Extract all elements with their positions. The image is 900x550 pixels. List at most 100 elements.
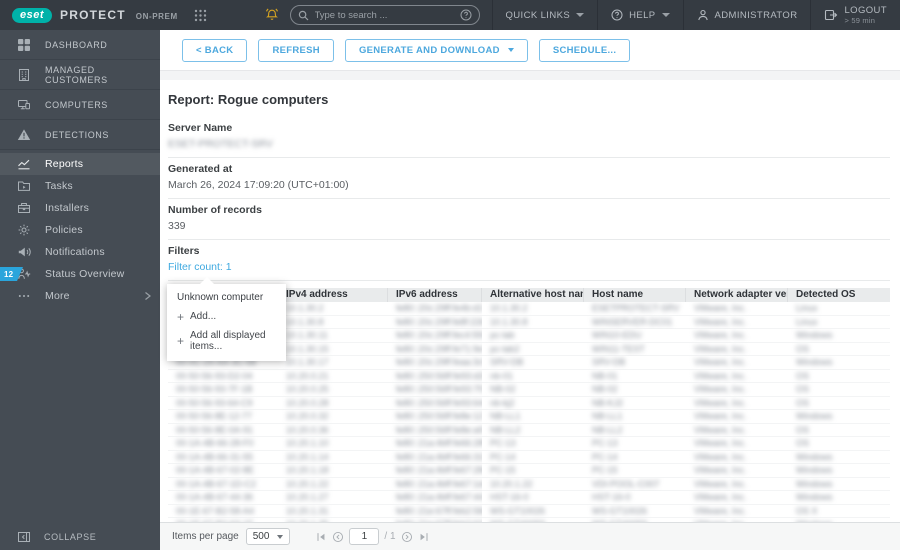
- field-number-of-records: Number of records 339: [168, 199, 890, 240]
- sidebar-item-installers[interactable]: Installers: [0, 197, 160, 219]
- sidebar-item-tasks[interactable]: Tasks: [0, 175, 160, 197]
- filter-count-link[interactable]: Filter count: 1: [168, 261, 890, 273]
- refresh-button[interactable]: REFRESH: [258, 38, 334, 62]
- table-cell: 00-50-56-8E-12-77: [176, 411, 253, 421]
- table-cell: fe80::21e:67ff:feb2:58a4: [396, 505, 482, 516]
- table-cell: 00-50-56-93-64-C9: [176, 397, 253, 408]
- context-menu-add-all[interactable]: + Add all displayed items...: [167, 326, 286, 356]
- context-menu: Unknown computer + Add... + Add all disp…: [167, 277, 286, 361]
- help-menu[interactable]: HELP: [597, 0, 682, 30]
- installers-icon: [17, 201, 31, 215]
- sidebar-item-computers[interactable]: COMPUTERS: [0, 90, 160, 120]
- plus-icon: +: [177, 309, 185, 324]
- sidebar-item-more[interactable]: More: [0, 285, 160, 307]
- sidebar-item-status-overview[interactable]: 12 Status Overview: [0, 263, 160, 285]
- table-row[interactable]: 00-1E-67-B2-58-A4 10.20.1.31 fe80::21e:67f…: [168, 505, 890, 518]
- main-content: < BACK REFRESH GENERATE AND DOWNLOAD SCH…: [160, 30, 900, 550]
- last-page-button[interactable]: [418, 531, 430, 543]
- first-page-button[interactable]: [315, 531, 327, 543]
- table-row[interactable]: 00-1A-4B-67-1D-C2 10.20.1.22 fe80::21a:4bf…: [168, 478, 890, 491]
- schedule-button[interactable]: SCHEDULE...: [538, 38, 631, 62]
- sidebar-item-dashboard[interactable]: DASHBOARD: [0, 30, 160, 60]
- table-row[interactable]: 00-50-56-93-7F-1B 10.20.0.25 fe80::250:56f…: [168, 383, 890, 397]
- section-divider: [160, 70, 900, 80]
- search-input[interactable]: [314, 9, 454, 21]
- table-cell: 00-50-56-93-7F-1B: [176, 384, 253, 394]
- column-header[interactable]: IPv6 address: [388, 288, 482, 302]
- field-server-name: Server Name ESET-PROTECT-SRV: [168, 117, 890, 158]
- next-page-button[interactable]: [401, 531, 413, 543]
- table-cell: 10.20.1.22: [490, 478, 533, 489]
- table-row[interactable]: 00-50-56-93-D2-04 10.20.0.21 fe80::250:56f…: [168, 370, 890, 383]
- items-per-page-value: 500: [252, 531, 270, 542]
- table-cell: fe80::20c:29ff:fec4:550d: [396, 330, 482, 340]
- table-row[interactable]: 00-50-56-8E-12-77 10.20.0.32 fe80::250:56f…: [168, 410, 890, 424]
- table-cell: NB-02: [490, 384, 516, 394]
- generate-and-download-button[interactable]: GENERATE AND DOWNLOAD: [344, 38, 528, 62]
- table-cell: Windows: [796, 465, 833, 475]
- table-cell: 10.1.30.8: [286, 316, 324, 327]
- back-button[interactable]: < BACK: [182, 38, 248, 62]
- page-title: Report: Rogue computers: [168, 92, 329, 107]
- table-cell: PC-13: [490, 438, 516, 448]
- server-name-value: ESET-PROTECT-SRV: [168, 138, 273, 150]
- sidebar-item-label: Tasks: [45, 180, 73, 192]
- table-cell: 00-1A-4B-66-28-F0: [176, 438, 254, 448]
- quick-links-menu[interactable]: QUICK LINKS: [491, 0, 598, 30]
- column-header[interactable]: Host name: [584, 288, 686, 302]
- table-cell: fe80::21a:4bff:fe67:1dc2: [396, 478, 482, 489]
- table-row[interactable]: 00-50-56-93-64-C9 10.20.0.28 fe80::250:56f…: [168, 397, 890, 410]
- computers-icon: [17, 98, 31, 112]
- table-cell: VMware, Inc.: [694, 505, 747, 516]
- table-cell: 10.20.1.14: [286, 451, 329, 462]
- sidebar-item-reports[interactable]: Reports: [0, 153, 160, 175]
- table-cell: 00-1A-4B-67-02-8E: [176, 465, 255, 475]
- table-cell: fe80::20c:29ff:fe8f:22b1: [396, 316, 482, 327]
- previous-page-button[interactable]: [332, 531, 344, 543]
- sidebar-item-label: More: [45, 290, 70, 302]
- table-row[interactable]: 00-1A-4B-66-28-F0 10.20.1.10 fe80::21a:4bf…: [168, 437, 890, 451]
- table-cell: VMware, Inc.: [694, 397, 747, 408]
- server-name-label: Server Name: [168, 122, 233, 134]
- refresh-label: REFRESH: [272, 44, 320, 56]
- sidebar-item-detections[interactable]: DETECTIONS: [0, 120, 160, 150]
- column-header[interactable]: Detected OS: [788, 288, 890, 302]
- table-cell: Windows: [796, 451, 833, 462]
- user-menu[interactable]: ADMINISTRATOR: [682, 0, 811, 30]
- notifications-icon: [17, 245, 31, 259]
- app-grid-icon[interactable]: [194, 9, 207, 22]
- table-cell: PC-15: [490, 465, 516, 475]
- table-cell: VMware, Inc.: [694, 343, 747, 354]
- table-row[interactable]: 00-1A-4B-67-02-8E 10.20.1.18 fe80::21a:4bf…: [168, 464, 890, 478]
- sidebar-item-policies[interactable]: Policies: [0, 219, 160, 241]
- table-cell: VMware, Inc.: [694, 411, 747, 421]
- notification-bell-icon[interactable]: [264, 7, 280, 23]
- table-cell: WIN10-EDU: [592, 330, 642, 340]
- filters-label: Filters: [168, 245, 200, 257]
- table-cell: Windows: [796, 492, 833, 502]
- plus-icon: +: [177, 334, 185, 348]
- sidebar-item-managed-customers[interactable]: MANAGED CUSTOMERS: [0, 60, 160, 90]
- table-cell: OS X: [796, 505, 818, 516]
- logout-button[interactable]: LOGOUT > 59 min: [810, 0, 900, 30]
- current-page-input[interactable]: [349, 528, 380, 545]
- table-cell: VMware, Inc.: [694, 384, 747, 394]
- table-row[interactable]: 00-50-56-8E-0A-91 10.20.0.36 fe80::250:56f…: [168, 424, 890, 437]
- collapse-label: COLLAPSE: [44, 532, 97, 542]
- column-header[interactable]: IPv4 address: [278, 288, 388, 302]
- table-cell: fe80::20c:29ff:fe71:9e33: [396, 343, 482, 354]
- table-cell: VDI-POOL-C007: [592, 478, 660, 489]
- column-header[interactable]: Network adapter vendor: [686, 288, 788, 302]
- table-cell: 10.1.30.11: [286, 330, 328, 340]
- table-cell: 10.20.1.10: [286, 438, 329, 448]
- items-per-page-select[interactable]: 500: [245, 528, 291, 545]
- report-toolbar: < BACK REFRESH GENERATE AND DOWNLOAD SCH…: [160, 30, 900, 70]
- table-row[interactable]: 00-1A-4B-67-44-36 10.20.1.27 fe80::21a:4bf…: [168, 491, 890, 505]
- context-menu-add[interactable]: + Add...: [167, 307, 286, 326]
- sidebar-item-notifications[interactable]: Notifications: [0, 241, 160, 263]
- table-row[interactable]: 00-1A-4B-66-31-55 10.20.1.14 fe80::21a:4bf…: [168, 451, 890, 464]
- search-help-icon[interactable]: [460, 9, 472, 21]
- column-header[interactable]: Alternative host names: [482, 288, 584, 302]
- sidebar-collapse-button[interactable]: COLLAPSE: [0, 524, 160, 550]
- chevron-down-icon: [277, 534, 284, 539]
